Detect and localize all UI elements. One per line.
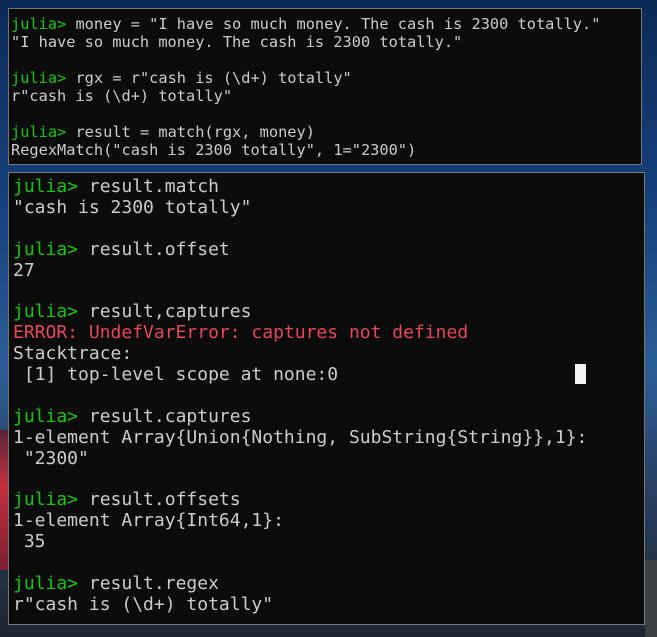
terminal-line: 27 bbox=[13, 259, 644, 282]
output-text: "I have so much money. The cash is 2300 … bbox=[11, 33, 463, 51]
command-text: result.captures bbox=[78, 405, 252, 427]
terminal-line: julia> result,captures bbox=[13, 301, 644, 323]
julia-prompt: julia> bbox=[13, 489, 79, 511]
terminal-line: r"cash is (\d+) totally" bbox=[11, 87, 641, 105]
terminal-line: julia> result.match bbox=[13, 176, 644, 198]
command-text: result.offsets bbox=[78, 489, 241, 511]
output-text: 35 bbox=[13, 531, 46, 553]
output-text: 27 bbox=[13, 259, 35, 281]
output-text: Stacktrace: bbox=[13, 343, 133, 365]
output-text: 1-element Array{Int64,1}: bbox=[13, 510, 284, 532]
terminal-line: 35 bbox=[13, 531, 644, 553]
command-text: result.regex bbox=[78, 572, 219, 594]
terminal-line: julia> result = match(rgx, money) bbox=[11, 123, 641, 141]
command-text: result = match(rgx, money) bbox=[66, 123, 315, 141]
output-text: 1-element Array{Union{Nothing, SubString… bbox=[13, 426, 588, 448]
julia-prompt: julia> bbox=[11, 69, 67, 87]
terminal-line: julia> result.regex bbox=[13, 572, 644, 595]
terminal-line: RegexMatch("cash is 2300 totally", 1="23… bbox=[11, 141, 641, 159]
output-text: [1] top-level scope at none:0 bbox=[13, 364, 339, 386]
terminal-line: 1-element Array{Union{Nothing, SubString… bbox=[13, 426, 644, 449]
terminal-line: julia> result.offset bbox=[13, 238, 644, 261]
terminal-line: r"cash is (\d+) totally" bbox=[13, 593, 644, 616]
command-text: result.match bbox=[78, 176, 219, 197]
julia-terminal-top[interactable]: julia> money = "I have so much money. Th… bbox=[8, 8, 642, 165]
terminal-line: Stacktrace: bbox=[13, 343, 644, 365]
julia-prompt: julia> bbox=[13, 176, 79, 197]
terminal-line: "I have so much money. The cash is 2300 … bbox=[11, 33, 641, 51]
terminal-line: julia> rgx = r"cash is (\d+) totally" bbox=[11, 69, 641, 87]
output-text: r"cash is (\d+) totally" bbox=[13, 593, 274, 615]
wallpaper-right-rock bbox=[645, 560, 657, 637]
julia-prompt: julia> bbox=[13, 405, 79, 427]
julia-prompt: julia> bbox=[13, 238, 79, 260]
terminal-line: julia> result.captures bbox=[13, 405, 644, 428]
terminal-line: "2300" bbox=[13, 447, 644, 470]
julia-prompt: julia> bbox=[13, 301, 79, 323]
julia-prompt: julia> bbox=[11, 123, 67, 141]
julia-prompt: julia> bbox=[11, 15, 67, 33]
julia-prompt: julia> bbox=[13, 572, 79, 594]
terminal-line: 1-element Array{Int64,1}: bbox=[13, 510, 644, 532]
command-text: result.offset bbox=[78, 238, 230, 260]
terminal-line: ERROR: UndefVarError: captures not defin… bbox=[13, 322, 644, 344]
output-text: RegexMatch("cash is 2300 totally", 1="23… bbox=[11, 141, 417, 159]
command-text: rgx = r"cash is (\d+) totally" bbox=[66, 69, 352, 87]
output-text: "2300" bbox=[13, 447, 89, 469]
command-text: result,captures bbox=[78, 301, 252, 323]
output-text: r"cash is (\d+) totally" bbox=[11, 87, 233, 105]
terminal-line: [1] top-level scope at none:0 bbox=[13, 364, 644, 386]
julia-terminal-bottom[interactable]: julia> result.match "cash is 2300 totally… bbox=[8, 172, 645, 625]
terminal-line: julia> result.offsets bbox=[13, 489, 644, 511]
command-text: money = "I have so much money. The cash … bbox=[66, 15, 601, 33]
output-text: "cash is 2300 totally" bbox=[13, 196, 252, 218]
error-text: ERROR: UndefVarError: captures not defin… bbox=[13, 322, 469, 344]
terminal-line: julia> money = "I have so much money. Th… bbox=[11, 15, 641, 33]
terminal-line: "cash is 2300 totally" bbox=[13, 196, 644, 219]
text-cursor bbox=[575, 364, 586, 384]
